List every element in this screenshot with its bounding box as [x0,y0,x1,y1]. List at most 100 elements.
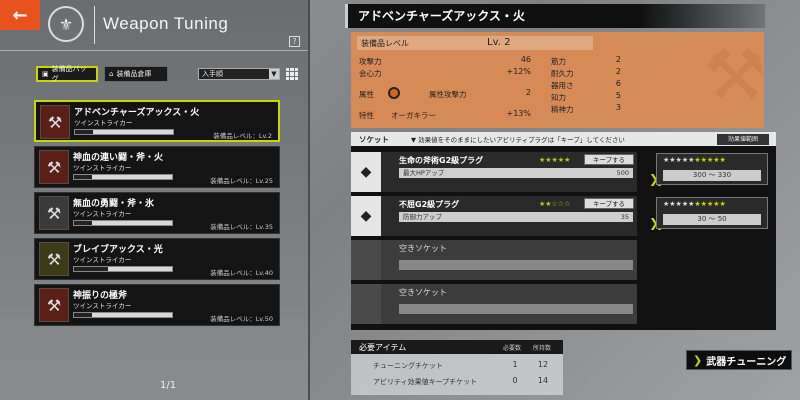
empty-socket-row: 空きソケット [351,240,637,280]
trait-name: オーガキラー [391,111,436,120]
empty-socket-bar [399,304,633,314]
required-item-name: アビリティ効果値キープチケット [373,378,478,386]
plug-effect-value: 35 [620,213,629,221]
plug-name: 生命の斧術G2級プラグ [399,156,484,165]
sub-stat-label: 器用さ [551,81,574,90]
weapon-card[interactable]: ⚒ ブレイブアックス・光 ツインストライカー 装備品レベル：Lv.40 [34,238,280,280]
sub-stat-value: 6 [615,79,621,88]
weapon-level: 装備品レベル：Lv.40 [210,269,273,277]
effect-range-box: ★★★★★★★★★★ 300 ～ 330 [656,153,768,185]
empty-socket-row: 空きソケット [351,284,637,324]
sub-stat-label: 精神力 [551,105,574,114]
weapon-card[interactable]: ⚒ アドベンチャーズアックス・火 ツインストライカー 装備品レベル：Lv.2 [34,100,280,142]
level-progress-fill [74,221,92,225]
plug-effect-name: 防御力アップ [403,213,442,221]
equipped-warehouse-tab[interactable]: ⌂ 装備品倉庫 [104,66,168,82]
attack-value: 46 [520,55,531,64]
sub-stat-value: 3 [615,103,621,112]
sub-stat-label: 知力 [551,93,566,102]
sub-stat-value: 5 [615,91,621,100]
effect-range-button[interactable]: 効果値範囲 [717,134,769,145]
weapon-card[interactable]: ⚒ 神血の連い闘・斧・火 ツインストライカー 装備品レベル：Lv.25 [34,146,280,188]
keep-button[interactable]: キープする [584,154,634,165]
weapon-stats-panel: 装備品レベル Lv. 2 攻撃力 46 会心力 +12% 属性 属性攻撃力 2 … [351,32,764,128]
empty-socket-icon [351,284,381,324]
range-stars-highlight: ★★★★★ [694,156,726,164]
crit-value: +12% [506,67,531,76]
required-items-header: 必要アイテム 必要数 所持数 [351,340,563,354]
help-icon[interactable]: ? [289,36,300,47]
grid-view-icon[interactable] [286,68,298,80]
keep-button-label: キープする [592,156,626,164]
required-item-needed: 0 [512,376,518,385]
equipped-bag-label: 装備品バッグ [51,65,87,83]
range-stars-dim: ★★★★★ [663,156,695,164]
range-stars-dim: ★★★★★ [663,200,695,208]
weapon-level: 装備品レベル：Lv.35 [210,223,273,231]
level-progress-bar [73,312,173,318]
range-stars: ★★★★★★★★★★ [663,156,726,164]
sub-stat-label: 筋力 [551,57,566,66]
chevron-down-icon: ▼ [269,69,279,79]
weapon-level: 装備品レベル：Lv.25 [210,177,273,185]
socket-row[interactable]: ◆ 生命の斧術G2級プラグ ★★★★★ キープする 最大HPアップ 500 [351,152,637,192]
keep-button-label: キープする [592,200,626,208]
plug-effect: 最大HPアップ 500 [399,168,633,178]
range-value: 30 ～ 50 [663,214,761,225]
socket-row[interactable]: ◆ 不屈G2級プラグ ★★☆☆☆ キープする 防御力アップ 35 [351,196,637,236]
weapon-card[interactable]: ⚒ 神振りの極斧 ツインストライカー 装備品レベル：Lv.50 [34,284,280,326]
page-indicator: 1/1 [160,380,177,391]
required-item-owned: 12 [537,360,549,369]
weapon-level: 装備品レベル：Lv.50 [210,315,273,323]
axe-icon: ⚒ [39,242,69,276]
range-value: 300 ～ 330 [663,170,761,181]
socket-header: ソケット ▼ 効果値をそのままにしたいアビリティプラグは「キープ」してください … [351,132,776,146]
attack-label: 攻撃力 [359,57,382,66]
crit-label: 会心力 [359,69,382,78]
element-attack-value: 2 [525,88,531,97]
level-progress-bar [73,174,173,180]
sort-dropdown[interactable]: 入手順 ▼ [198,68,280,80]
empty-socket-label: 空きソケット [399,244,447,253]
back-arrow-icon: ← [12,4,28,26]
range-stars: ★★★★★★★★★★ [663,200,726,208]
fire-element-icon [388,87,400,99]
level-label: 装備品レベル [361,39,409,48]
weapon-tuning-button[interactable]: ❯ 武器チューニング [686,350,792,370]
weapon-tuning-label: 武器チューニング [706,356,787,368]
plug-stars: ★★☆☆☆ [539,200,571,208]
level-progress-fill [74,267,109,271]
element-label: 属性 [359,90,374,99]
owned-column-header: 所持数 [533,345,552,352]
sub-stat-value: 2 [615,55,621,64]
socket-note: ▼ 効果値をそのままにしたいアビリティプラグは「キープ」してください [411,136,625,144]
page-title: Weapon Tuning [103,14,229,33]
header-separator [94,6,95,44]
required-item-name: チューニングチケット [373,362,443,370]
sub-stat-label: 耐久力 [551,69,574,78]
weapon-type: ツインストライカー [73,256,132,264]
sub-stat-value: 2 [615,67,621,76]
weapon-card[interactable]: ⚒ 無血の勇闘・斧・氷 ツインストライカー 装備品レベル：Lv.35 [34,192,280,234]
level-progress-bar [74,129,174,135]
back-button[interactable]: ← [0,0,40,30]
axe-icon: ⚒ [39,288,69,322]
plug-stars: ★★★★★ [539,156,571,164]
empty-socket-bar [399,260,633,270]
trait-label: 特性 [359,111,374,120]
required-items-title: 必要アイテム [359,343,407,352]
level-progress-fill [75,130,93,134]
keep-button[interactable]: キープする [584,198,634,209]
bag-icon: ▣ [42,70,49,78]
header-divider [0,50,308,51]
axe-icon: ⚒ [39,150,69,184]
warehouse-icon: ⌂ [109,70,114,78]
plug-effect-name: 最大HPアップ [403,169,445,177]
equipped-bag-tab[interactable]: ▣ 装備品バッグ [36,65,98,83]
weapon-type: ツインストライカー [73,210,132,218]
element-attack-label: 属性攻撃力 [429,90,467,99]
effect-range-box: ★★★★★★★★★★ 30 ～ 50 [656,197,768,229]
required-item-owned: 14 [537,376,549,385]
required-item-row: チューニングチケット 1 12 [351,360,563,371]
guild-emblem-icon: ⚜ [48,6,84,42]
